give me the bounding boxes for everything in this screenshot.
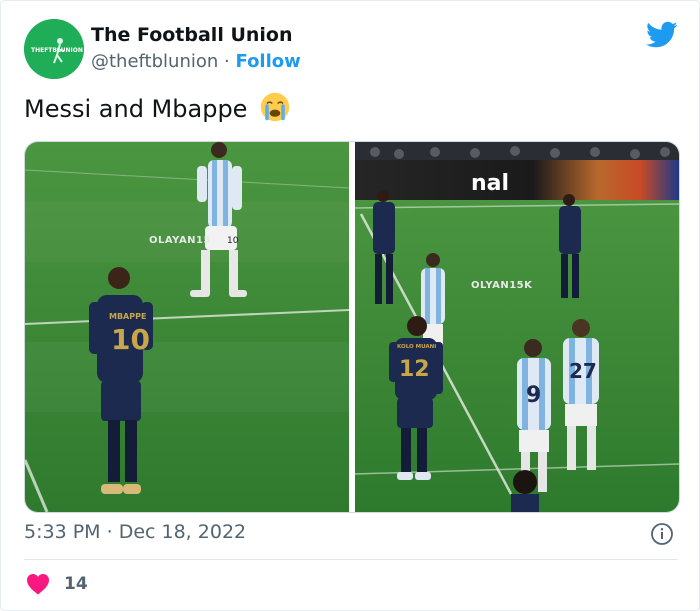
tweet-text-row: Messi and Mbappe: [24, 92, 291, 123]
like-count: 14: [64, 574, 88, 594]
tweet-media[interactable]: 10 OLAYAN15 MBAPPE 10 nal OLYAN15K KOLO …: [24, 141, 680, 513]
avatar-logo: THEFTBLUNION: [24, 19, 84, 79]
timestamp-separator: ·: [106, 521, 113, 543]
svg-text:KOLO MUANI: KOLO MUANI: [397, 344, 436, 350]
photo-messi-mbappe-left[interactable]: 10 OLAYAN15 MBAPPE 10: [25, 142, 349, 512]
info-icon[interactable]: [650, 522, 674, 546]
svg-text:27: 27: [569, 359, 597, 383]
divider: [24, 559, 678, 560]
heart-icon[interactable]: [26, 573, 50, 595]
right-watermark: OLYAN15K: [471, 280, 533, 291]
loudly-crying-face-icon: [260, 92, 290, 122]
tweet-card: THEFTBLUNION The Football Union @theftbl…: [0, 0, 700, 611]
author-name[interactable]: The Football Union: [91, 24, 293, 46]
tweet-text: Messi and Mbappe: [24, 95, 248, 123]
photo-messi-mbappe-right[interactable]: nal OLYAN15K KOLO MUANI 12 9 27: [355, 142, 679, 512]
left-watermark: OLAYAN15: [149, 235, 211, 246]
tweet-time: 5:33 PM: [24, 521, 101, 543]
svg-text:12: 12: [399, 357, 430, 382]
billboard-text: nal: [471, 171, 509, 196]
author-avatar[interactable]: THEFTBLUNION: [24, 19, 84, 79]
handle-separator: ·: [224, 51, 230, 72]
svg-text:MBAPPE: MBAPPE: [109, 312, 146, 321]
twitter-bird-icon[interactable]: [646, 21, 678, 49]
timestamp-row[interactable]: 5:33 PM · Dec 18, 2022: [24, 521, 246, 543]
svg-text:10: 10: [227, 236, 239, 246]
author-handle[interactable]: @theftblunion: [91, 51, 218, 72]
follow-button[interactable]: Follow: [236, 51, 301, 72]
author-handle-row: @theftblunion · Follow: [91, 51, 301, 72]
like-action[interactable]: 14: [26, 573, 88, 595]
tweet-date: Dec 18, 2022: [118, 521, 247, 543]
svg-text:9: 9: [526, 383, 541, 408]
svg-text:10: 10: [111, 323, 150, 356]
